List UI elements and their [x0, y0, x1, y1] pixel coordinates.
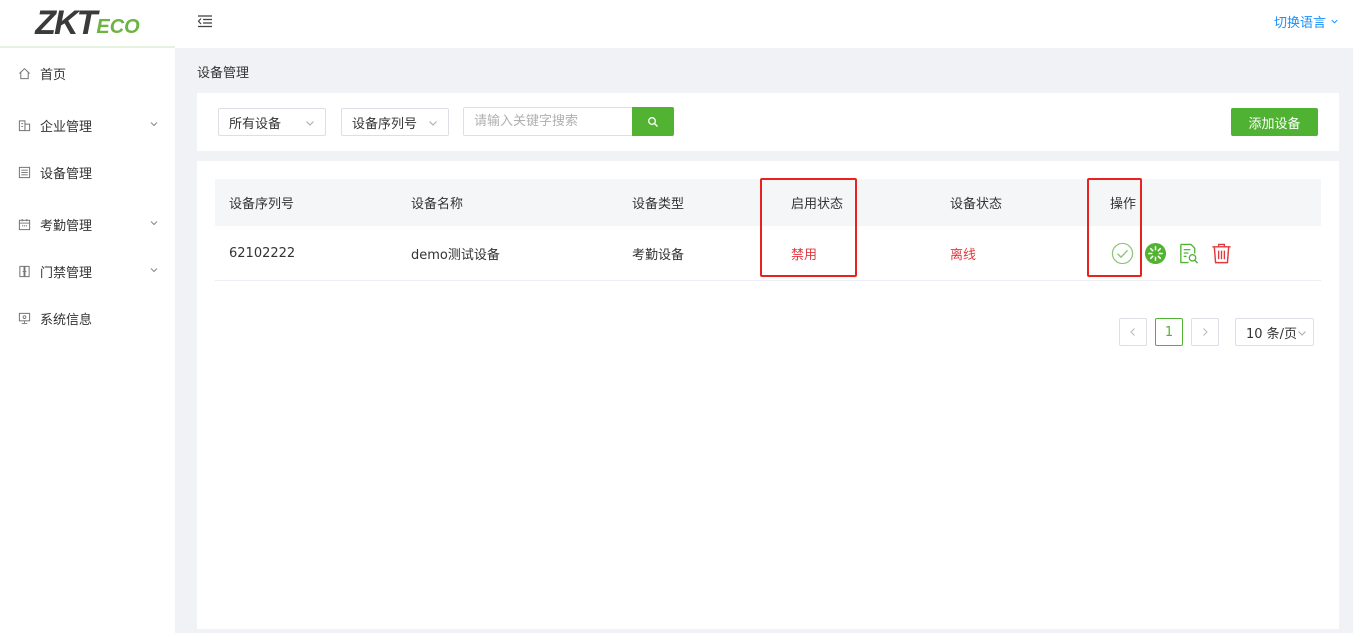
page-size-value: 10 条/页: [1246, 326, 1298, 342]
sidebar-item-system-info[interactable]: 系统信息: [0, 298, 175, 338]
logo-sub-text: ECO: [96, 15, 140, 38]
door-icon: [17, 264, 31, 278]
delete-trash-icon[interactable]: [1209, 241, 1233, 265]
device-list-icon: [17, 165, 31, 179]
chevron-left-icon: [1130, 328, 1135, 336]
search-field-select[interactable]: 设备序列号: [341, 108, 449, 136]
chevron-down-icon: [1298, 331, 1306, 336]
page-number-button[interactable]: 1: [1155, 318, 1183, 346]
chevron-down-icon: [150, 122, 158, 127]
filter-toolbar: 所有设备 设备序列号 添加设备: [197, 93, 1339, 151]
search-button[interactable]: [632, 107, 674, 136]
column-header-name: 设备名称: [411, 197, 464, 212]
sidebar-item-label: 门禁管理: [40, 265, 93, 281]
monitor-icon: [17, 311, 31, 325]
sidebar-item-label: 考勤管理: [40, 218, 93, 234]
sidebar-item-enterprise[interactable]: 企业管理: [0, 105, 175, 145]
cell-serial: 62102222: [229, 245, 296, 261]
sidebar-item-access-control[interactable]: 门禁管理: [0, 251, 175, 291]
home-icon: [17, 66, 31, 80]
language-label: 切换语言: [1273, 16, 1326, 31]
sidebar-item-label: 系统信息: [40, 312, 93, 328]
sidebar-item-devices[interactable]: 设备管理: [0, 152, 175, 192]
search-icon: [648, 116, 658, 127]
chevron-down-icon: [150, 268, 158, 273]
language-switcher[interactable]: 切换语言: [1274, 12, 1339, 31]
menu-collapse-icon[interactable]: [197, 14, 213, 28]
zkteco-logo: ZKT ECO: [0, 0, 175, 48]
add-device-button[interactable]: 添加设备: [1231, 108, 1318, 136]
cell-device-status: 离线: [950, 247, 977, 263]
device-filter-value: 所有设备: [229, 116, 282, 132]
chevron-right-icon: [1203, 328, 1208, 336]
highlight-box-actions: [1087, 178, 1142, 277]
sync-settings-icon[interactable]: [1143, 241, 1167, 265]
sidebar-item-label: 企业管理: [40, 119, 93, 135]
building-icon: [17, 118, 31, 132]
cell-name: demo测试设备: [411, 247, 500, 263]
sidebar-item-label: 首页: [40, 67, 67, 83]
logo-main-text: ZKT: [35, 3, 97, 42]
calendar-icon: [17, 217, 31, 231]
sidebar-item-attendance[interactable]: 考勤管理: [0, 204, 175, 244]
device-filter-select[interactable]: 所有设备: [218, 108, 326, 136]
column-header-serial: 设备序列号: [229, 197, 295, 212]
next-page-button[interactable]: [1191, 318, 1219, 346]
device-table-panel: 设备序列号 设备名称 设备类型 启用状态 设备状态 操作 62102222 de…: [197, 161, 1339, 629]
sidebar-item-label: 设备管理: [40, 166, 93, 182]
chevron-down-icon: [306, 121, 314, 126]
highlight-box-enabled-status: [760, 178, 857, 277]
view-details-icon[interactable]: [1176, 241, 1200, 265]
column-header-status: 设备状态: [950, 197, 1003, 212]
top-header: 切换语言: [175, 0, 1353, 48]
breadcrumb: 设备管理: [197, 66, 250, 81]
page-size-select[interactable]: 10 条/页: [1235, 318, 1314, 346]
prev-page-button[interactable]: [1119, 318, 1147, 346]
cell-type: 考勤设备: [632, 247, 685, 263]
chevron-down-icon: [429, 121, 437, 126]
sidebar: ZKT ECO 首页 企业管理 设备管理 考勤管理 门禁管理 系统信息: [0, 0, 175, 633]
chevron-down-icon: [150, 221, 158, 226]
sidebar-item-home[interactable]: 首页: [0, 53, 175, 93]
chevron-down-icon: [1331, 19, 1338, 24]
search-input[interactable]: [463, 107, 633, 136]
search-field-value: 设备序列号: [352, 116, 418, 132]
column-header-type: 设备类型: [632, 197, 685, 212]
